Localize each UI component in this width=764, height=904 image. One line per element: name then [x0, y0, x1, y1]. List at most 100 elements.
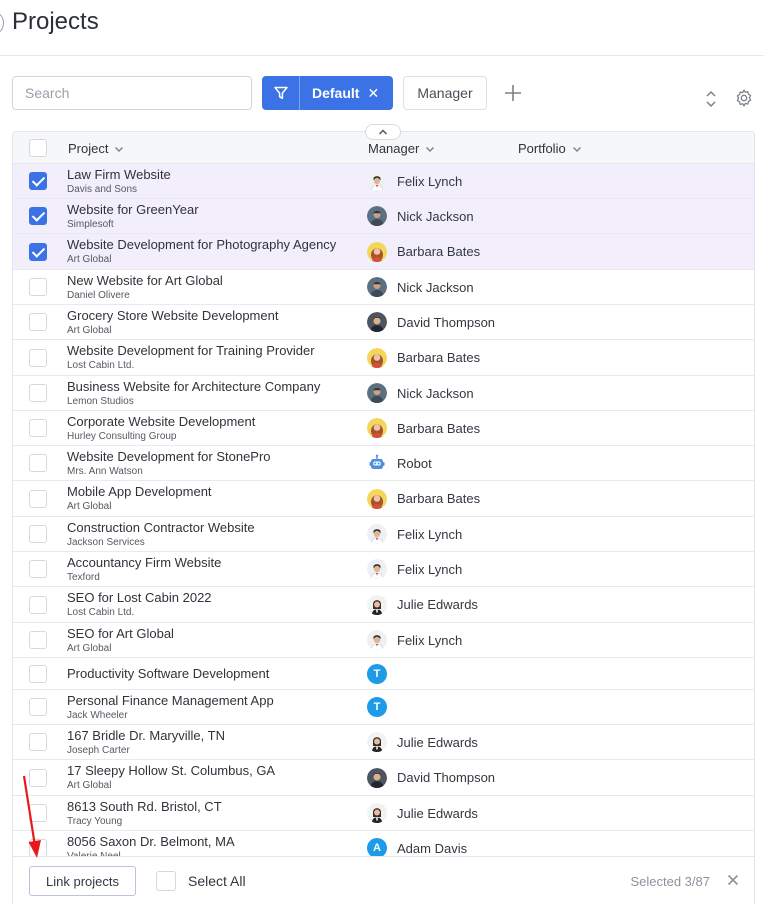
avatar — [367, 630, 387, 650]
row-checkbox[interactable] — [29, 172, 47, 190]
project-name[interactable]: Personal Finance Management App — [67, 693, 274, 708]
table-row[interactable]: 17 Sleepy Hollow St. Columbus, GA Art Glo… — [13, 760, 754, 796]
table-row[interactable]: Business Website for Architecture Compan… — [13, 376, 754, 411]
row-checkbox[interactable] — [29, 242, 47, 261]
table-row[interactable]: Website Development for Photography Agen… — [13, 234, 754, 270]
table-row[interactable]: Corporate Website Development Hurley Cons… — [13, 411, 754, 446]
table-row[interactable]: Accountancy Firm Website Texford Felix Lyn… — [13, 552, 754, 587]
row-checkbox[interactable] — [29, 278, 47, 296]
project-name[interactable]: Website for GreenYear — [67, 202, 199, 217]
row-checkbox[interactable] — [29, 839, 47, 857]
manager-filter-button[interactable]: Manager — [403, 76, 487, 110]
manager-name: Barbara Bates — [397, 491, 481, 506]
project-name[interactable]: Productivity Software Development — [67, 666, 269, 681]
project-name[interactable]: 17 Sleepy Hollow St. Columbus, GA — [67, 763, 275, 778]
table-row[interactable]: 167 Bridle Dr. Maryville, TN Joseph Carte… — [13, 725, 754, 760]
filter-icon[interactable] — [262, 76, 300, 110]
project-name[interactable]: SEO for Lost Cabin 2022 — [67, 590, 212, 605]
page-header: Projects — [0, 0, 764, 56]
row-checkbox[interactable] — [29, 419, 47, 437]
project-client: Lemon Studios — [67, 396, 134, 407]
row-checkbox[interactable] — [29, 768, 47, 787]
select-all-label[interactable]: Select All — [188, 873, 246, 889]
search-input[interactable] — [12, 76, 252, 110]
project-client: Daniel Olivere — [67, 290, 130, 301]
table-row[interactable]: Construction Contractor Website Jackson S… — [13, 517, 754, 552]
table-row[interactable]: Grocery Store Website Development Art Glo… — [13, 305, 754, 340]
project-name[interactable]: SEO for Art Global — [67, 626, 174, 641]
project-name[interactable]: New Website for Art Global — [67, 273, 223, 288]
project-manager: David Thompson — [367, 312, 495, 332]
project-name[interactable]: 8613 South Rd. Bristol, CT — [67, 799, 222, 814]
row-checkbox[interactable] — [29, 595, 47, 614]
project-name[interactable]: 167 Bridle Dr. Maryville, TN — [67, 728, 225, 743]
project-name[interactable]: Accountancy Firm Website — [67, 555, 221, 570]
project-manager: T — [367, 663, 387, 684]
project-name[interactable]: 8056 Saxon Dr. Belmont, MA — [67, 834, 235, 849]
project-name[interactable]: Law Firm Website — [67, 167, 171, 182]
table-row[interactable]: SEO for Lost Cabin 2022 Lost Cabin Ltd. Ju… — [13, 587, 754, 623]
avatar — [367, 241, 387, 262]
robot-icon — [367, 453, 387, 473]
project-name[interactable]: Grocery Store Website Development — [67, 308, 278, 323]
project-name[interactable]: Construction Contractor Website — [67, 520, 255, 535]
project-manager: Felix Lynch — [367, 171, 462, 191]
table-row[interactable]: Website for GreenYear Simplesoft Nick Jack… — [13, 199, 754, 234]
project-name[interactable]: Website Development for Photography Agen… — [67, 237, 336, 252]
plus-icon[interactable] — [500, 80, 526, 106]
avatar — [367, 206, 387, 226]
table-row[interactable]: Personal Finance Management App Jack Whee… — [13, 690, 754, 725]
row-checkbox[interactable] — [29, 733, 47, 751]
project-name[interactable]: Corporate Website Development — [67, 414, 255, 429]
row-checkbox[interactable] — [29, 384, 47, 402]
project-manager: T — [367, 697, 387, 717]
project-name[interactable]: Mobile App Development — [67, 484, 212, 499]
row-checkbox[interactable] — [29, 560, 47, 578]
default-filter-chip[interactable]: Default ✕ — [262, 76, 393, 110]
row-checkbox[interactable] — [29, 207, 47, 225]
row-checkbox[interactable] — [29, 348, 47, 367]
manager-name: David Thompson — [397, 314, 496, 330]
row-checkbox[interactable] — [29, 525, 47, 543]
chevron-down-icon — [426, 146, 435, 152]
link-projects-button[interactable]: Link projects — [29, 866, 136, 896]
filter-remove-icon[interactable]: ✕ — [367, 85, 379, 102]
row-checkbox[interactable] — [29, 698, 47, 716]
row-checkbox[interactable] — [29, 631, 47, 649]
sort-updown-icon[interactable] — [702, 88, 720, 110]
project-name[interactable]: Website Development for Training Provide… — [67, 343, 315, 358]
table-row[interactable]: New Website for Art Global Daniel Olivere… — [13, 270, 754, 305]
row-checkbox[interactable] — [29, 664, 47, 683]
table-row[interactable]: SEO for Art Global Art Global Felix Lynch — [13, 623, 754, 658]
row-checkbox[interactable] — [29, 489, 47, 508]
project-name[interactable]: Business Website for Architecture Compan… — [67, 379, 320, 394]
gear-icon[interactable] — [734, 88, 756, 110]
select-all-checkbox[interactable] — [156, 871, 176, 891]
collapse-toolbar-button[interactable] — [365, 124, 401, 140]
table-row[interactable]: Website Development for Training Provide… — [13, 340, 754, 376]
project-client: Texford — [67, 572, 100, 583]
project-client: Mrs. Ann Watson — [67, 466, 143, 477]
avatar-initial: T — [367, 663, 387, 684]
row-checkbox[interactable] — [29, 454, 47, 472]
avatar — [367, 418, 387, 438]
header-select-checkbox[interactable] — [29, 139, 47, 157]
project-manager: Nick Jackson — [367, 383, 474, 403]
avatar — [367, 488, 387, 509]
table-row[interactable]: Law Firm Website Davis and Sons Felix Lync… — [13, 164, 754, 199]
column-header-portfolio[interactable]: Portfolio — [518, 141, 582, 156]
avatar — [367, 277, 387, 297]
row-checkbox[interactable] — [29, 804, 47, 822]
table-row[interactable]: Website Development for StonePro Mrs. Ann… — [13, 446, 754, 481]
table-row[interactable]: Productivity Software Development T — [13, 658, 754, 690]
table-row[interactable]: 8613 South Rd. Bristol, CT Tracy Young Jul… — [13, 796, 754, 831]
project-manager: Julie Edwards — [367, 732, 478, 752]
close-icon[interactable] — [724, 871, 742, 889]
table-row[interactable]: Mobile App Development Art Global Barbara … — [13, 481, 754, 517]
project-manager: Felix Lynch — [367, 524, 462, 544]
row-checkbox[interactable] — [29, 313, 47, 331]
column-header-manager[interactable]: Manager — [368, 141, 435, 156]
column-header-project[interactable]: Project — [68, 141, 124, 156]
project-name[interactable]: Website Development for StonePro — [67, 449, 271, 464]
projects-table: Project Manager Portfolio Law Firm Websi… — [12, 131, 755, 904]
